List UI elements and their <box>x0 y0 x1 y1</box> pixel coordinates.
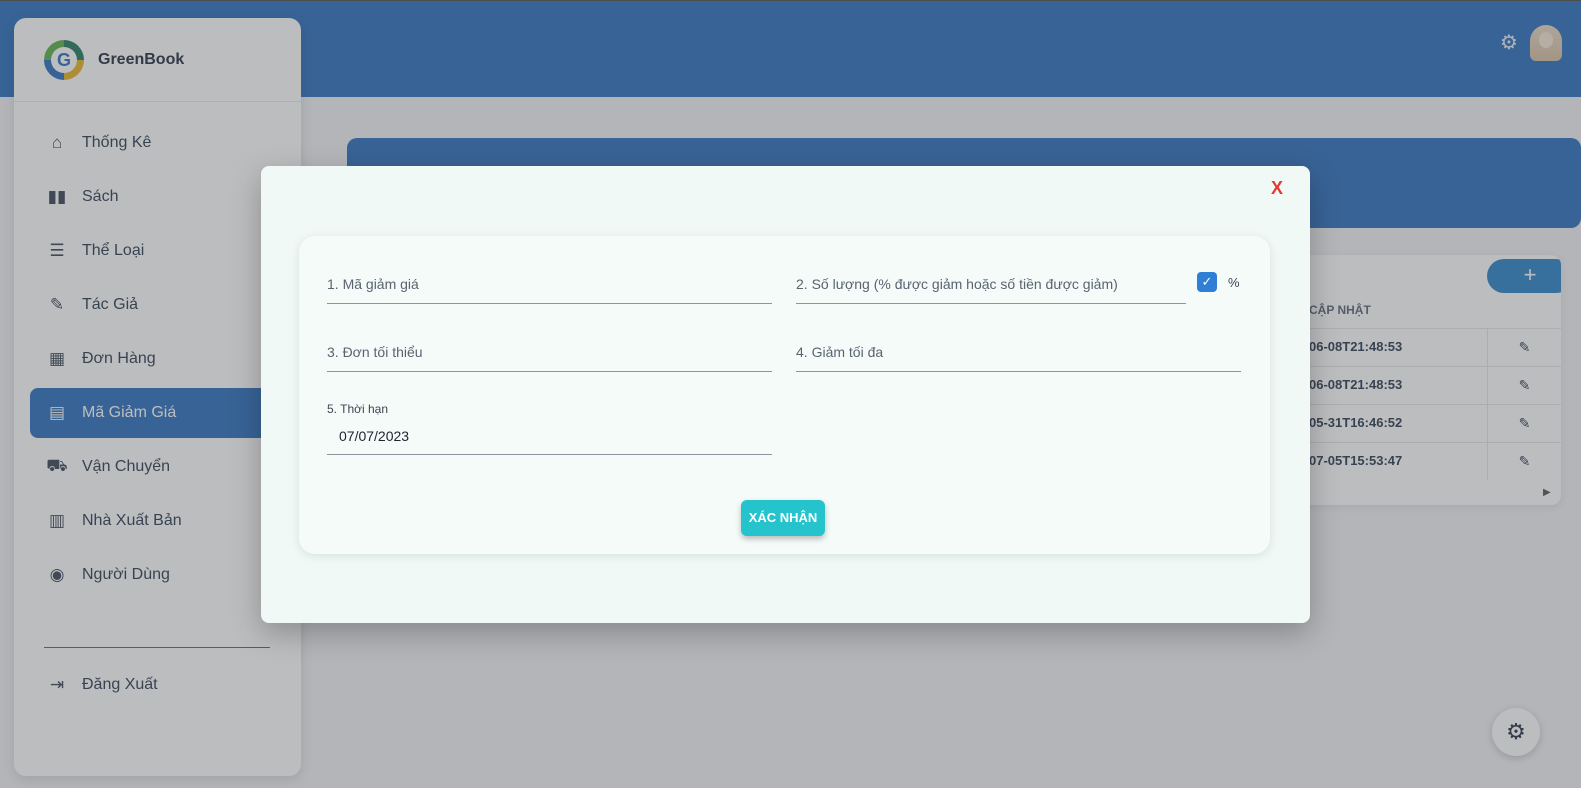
percent-checkbox[interactable]: ✓ <box>1197 272 1217 292</box>
confirm-button[interactable]: XÁC NHẬN <box>741 500 825 536</box>
discount-form: 1. Mã giảm giá 2. Số lượng (% được giảm … <box>299 236 1270 554</box>
expiry-value: 07/07/2023 <box>339 428 410 444</box>
discount-code-modal: X 1. Mã giảm giá 2. Số lượng (% được giả… <box>261 166 1310 623</box>
min-order-field[interactable]: 3. Đơn tối thiểu <box>327 334 772 372</box>
min-order-label: 3. Đơn tối thiểu <box>327 344 423 360</box>
percent-label: % <box>1228 275 1240 290</box>
amount-label: 2. Số lượng (% được giảm hoặc số tiền đư… <box>796 276 1118 292</box>
expiry-date-field[interactable]: 5. Thời hạn 07/07/2023 <box>327 402 772 455</box>
discount-code-field[interactable]: 1. Mã giảm giá <box>327 266 772 304</box>
close-button[interactable]: X <box>1271 178 1283 199</box>
expiry-label: 5. Thời hạn <box>327 402 389 416</box>
max-discount-field[interactable]: 4. Giảm tối đa <box>796 334 1241 372</box>
amount-field[interactable]: 2. Số lượng (% được giảm hoặc số tiền đư… <box>796 266 1186 304</box>
max-discount-label: 4. Giảm tối đa <box>796 344 884 360</box>
discount-code-label: 1. Mã giảm giá <box>327 276 419 292</box>
